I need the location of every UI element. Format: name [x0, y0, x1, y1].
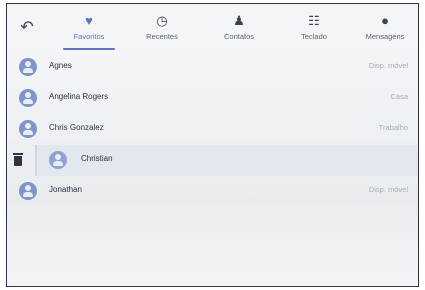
- tab-label: Recentes: [146, 32, 178, 41]
- list-item[interactable]: Agnes Disp. móvel: [7, 52, 418, 83]
- tab-label: Favoritos: [73, 32, 105, 41]
- avatar: [49, 151, 67, 169]
- tab-label: Teclado: [301, 32, 327, 41]
- avatar: [19, 120, 37, 138]
- trash-bin: [14, 156, 22, 166]
- person-icon: ♟: [233, 13, 245, 28]
- back-icon[interactable]: ↶: [17, 18, 37, 38]
- clock-icon: ◷: [156, 13, 168, 28]
- tab-favoritos[interactable]: ♥ Favoritos: [53, 4, 125, 50]
- contact-type: Trabalho: [378, 123, 408, 132]
- list-item[interactable]: Chris Gonzalez Trabalho: [7, 114, 418, 145]
- tab-label: Contatos: [223, 32, 255, 41]
- tab-bar: ↶ ♥ Favoritos ◷ Recentes ♟ Contatos ☷ Te…: [7, 4, 418, 50]
- tab-teclado[interactable]: ☷ Teclado: [278, 4, 350, 50]
- list-item[interactable]: Jonathan Disp. móvel: [7, 176, 418, 207]
- dialpad-icon: ☷: [308, 13, 320, 28]
- avatar: [19, 58, 37, 76]
- contact-name: Chris Gonzalez: [49, 123, 104, 132]
- contact-name: Jonathan: [49, 185, 82, 194]
- contact-type: Disp. móvel: [368, 185, 408, 194]
- list-item[interactable]: Angelina Rogers Casa: [7, 83, 418, 114]
- tab-mensagens[interactable]: ● Mensagens: [349, 4, 418, 50]
- contact-name: Agnes: [49, 61, 72, 70]
- tab-contatos[interactable]: ♟ Contatos: [203, 4, 275, 50]
- message-icon: ●: [381, 13, 389, 28]
- trash-lid: [13, 153, 23, 155]
- tab-recentes[interactable]: ◷ Recentes: [126, 4, 198, 50]
- avatar: [19, 182, 37, 200]
- avatar: [19, 89, 37, 107]
- tab-label: Mensagens: [365, 32, 405, 41]
- favorites-list: Agnes Disp. móvel Angelina Rogers Casa C…: [7, 52, 418, 207]
- trash-icon[interactable]: [13, 153, 23, 166]
- contact-name: Angelina Rogers: [49, 92, 109, 101]
- list-item-swiped[interactable]: Christian: [7, 145, 418, 176]
- swiped-row-content[interactable]: Christian: [35, 145, 418, 176]
- favorites-screen: ↶ ♥ Favoritos ◷ Recentes ♟ Contatos ☷ Te…: [6, 3, 419, 287]
- contact-name: Christian: [81, 154, 113, 163]
- contact-type: Disp. móvel: [368, 61, 408, 70]
- contact-type: Casa: [390, 92, 408, 101]
- heart-icon: ♥: [85, 13, 93, 28]
